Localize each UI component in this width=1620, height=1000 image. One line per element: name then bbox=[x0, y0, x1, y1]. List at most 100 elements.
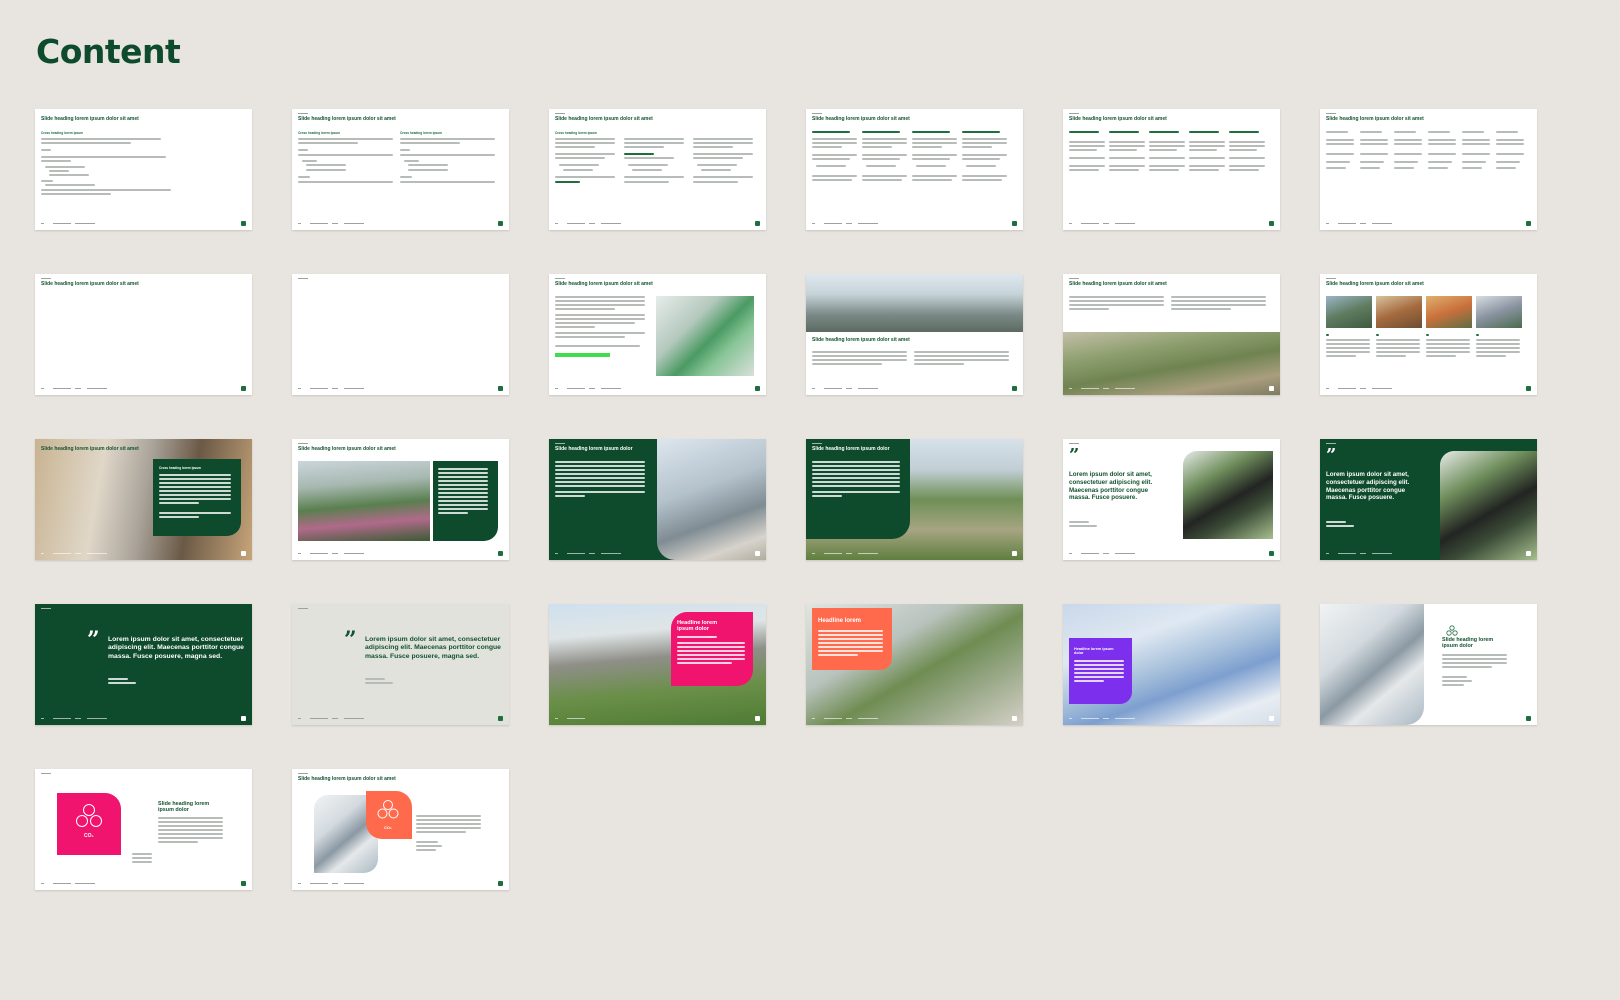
photo-3 bbox=[1426, 296, 1472, 328]
logo-icon bbox=[1526, 386, 1531, 391]
co2-label: CO₂ bbox=[384, 825, 392, 830]
cross-heading: Cross heading lorem ipsum bbox=[159, 466, 201, 470]
slide-thumbnail-9[interactable]: Slide heading lorem ipsum dolor sit amet bbox=[549, 274, 766, 395]
logo-icon bbox=[498, 386, 503, 391]
logo-icon bbox=[241, 221, 246, 226]
headline: Headline lorem ipsum dolor bbox=[1074, 647, 1114, 656]
logo-icon bbox=[755, 386, 760, 391]
slide-thumbnail-14[interactable]: Slide heading lorem ipsum dolor sit amet bbox=[292, 439, 509, 560]
headline: Headline lorem ipsum dolor bbox=[677, 620, 718, 633]
slide-heading: Slide heading lorem ipsum dolor bbox=[1442, 637, 1494, 649]
slide-thumbnail-1[interactable]: Slide heading lorem ipsum dolor sit amet… bbox=[35, 109, 252, 230]
slide-heading: Slide heading lorem ipsum dolor sit amet bbox=[1069, 116, 1167, 122]
molecule-icon bbox=[1446, 624, 1458, 636]
slide-thumbnail-22[interactable]: Headline lorem bbox=[806, 604, 1023, 725]
scientist-photo bbox=[656, 296, 754, 376]
slide-thumbnail-4[interactable]: Slide heading lorem ipsum dolor sit amet bbox=[806, 109, 1023, 230]
slide-thumbnail-2[interactable]: Slide heading lorem ipsum dolor sit amet… bbox=[292, 109, 509, 230]
slide-thumbnail-26[interactable]: Slide heading lorem ipsum dolor sit amet… bbox=[292, 769, 509, 890]
slide-heading: Slide heading lorem ipsum dolor bbox=[812, 446, 890, 452]
logo-icon bbox=[1526, 221, 1531, 226]
slide-thumbnail-17[interactable]: ” Lorem ipsum dolor sit amet, consectetu… bbox=[1063, 439, 1280, 560]
headline: Headline lorem bbox=[818, 618, 862, 624]
logo-icon bbox=[755, 716, 760, 721]
slide-heading: Slide heading lorem ipsum dolor sit amet bbox=[41, 116, 139, 122]
slide-thumbnail-8[interactable] bbox=[292, 274, 509, 395]
logo-icon bbox=[241, 716, 246, 721]
logo-icon bbox=[498, 221, 503, 226]
logo-icon bbox=[241, 551, 246, 556]
slide-thumbnail-7[interactable]: Slide heading lorem ipsum dolor sit amet bbox=[35, 274, 252, 395]
logo-icon bbox=[241, 386, 246, 391]
garden-building-photo bbox=[298, 461, 430, 541]
slide-thumbnail-24[interactable]: Slide heading lorem ipsum dolor bbox=[1320, 604, 1537, 725]
lab-scientist-photo bbox=[1320, 604, 1424, 725]
logo-icon bbox=[755, 551, 760, 556]
logo-icon bbox=[1012, 386, 1017, 391]
slide-heading: Slide heading lorem ipsum dolor sit amet bbox=[812, 116, 910, 122]
logo-icon bbox=[241, 881, 246, 886]
slide-thumbnail-18[interactable]: ” Lorem ipsum dolor sit amet, consectetu… bbox=[1320, 439, 1537, 560]
logo-icon bbox=[1269, 551, 1274, 556]
slide-thumbnail-23[interactable]: Headline lorem ipsum dolor bbox=[1063, 604, 1280, 725]
slide-heading: Slide heading lorem ipsum dolor sit amet bbox=[1326, 281, 1424, 287]
logo-icon bbox=[1012, 716, 1017, 721]
slide-heading: Slide heading lorem ipsum dolor sit amet bbox=[298, 446, 396, 452]
slide-heading: Slide heading lorem ipsum dolor sit amet bbox=[1326, 116, 1424, 122]
cross-heading: Cross heading lorem ipsum bbox=[400, 131, 442, 135]
quote-icon: ” bbox=[1326, 445, 1337, 466]
logo-icon bbox=[498, 551, 503, 556]
quote-icon: ” bbox=[1069, 445, 1080, 466]
quote-icon: ” bbox=[344, 627, 357, 653]
logo-icon bbox=[498, 881, 503, 886]
slide-thumbnail-13[interactable]: Slide heading lorem ipsum dolor sit amet… bbox=[35, 439, 252, 560]
molecule-icon bbox=[377, 799, 399, 821]
slide-thumbnail-11[interactable]: Slide heading lorem ipsum dolor sit amet bbox=[1063, 274, 1280, 395]
logo-icon bbox=[1012, 221, 1017, 226]
cross-heading: Cross heading lorem ipsum bbox=[555, 131, 597, 135]
slide-thumbnail-21[interactable]: Headline lorem ipsum dolor bbox=[549, 604, 766, 725]
cross-heading: Cross heading lorem ipsum bbox=[41, 131, 83, 135]
slide-thumbnail-15[interactable]: Slide heading lorem ipsum dolor bbox=[549, 439, 766, 560]
logo-icon bbox=[498, 716, 503, 721]
co2-label: CO₂ bbox=[84, 833, 94, 839]
quote-text: Lorem ipsum dolor sit amet, consectetuer… bbox=[108, 636, 244, 660]
slide-heading: Slide heading lorem ipsum dolor sit amet bbox=[555, 281, 653, 287]
slide-heading: Slide heading lorem ipsum dolor sit amet bbox=[1069, 281, 1167, 287]
slide-heading: Slide heading lorem ipsum dolor sit amet bbox=[41, 281, 139, 287]
slide-thumbnail-20[interactable]: ” Lorem ipsum dolor sit amet, consectetu… bbox=[292, 604, 509, 725]
slide-thumbnail-3[interactable]: Slide heading lorem ipsum dolor sit amet… bbox=[549, 109, 766, 230]
logo-icon bbox=[1269, 221, 1274, 226]
slide-heading: Slide heading lorem ipsum dolor sit amet bbox=[555, 116, 653, 122]
slide-heading: Slide heading lorem ipsum dolor sit amet bbox=[298, 116, 396, 122]
photo-4 bbox=[1476, 296, 1522, 328]
portrait-photo bbox=[1183, 451, 1273, 539]
logo-icon bbox=[1012, 551, 1017, 556]
logo-icon bbox=[1269, 386, 1274, 391]
quote-text: Lorem ipsum dolor sit amet, consectetuer… bbox=[1069, 471, 1153, 502]
logo-icon bbox=[1526, 551, 1531, 556]
slide-thumbnail-19[interactable]: ” Lorem ipsum dolor sit amet, consectetu… bbox=[35, 604, 252, 725]
photo-1 bbox=[1326, 296, 1372, 328]
slide-thumbnail-10[interactable]: Slide heading lorem ipsum dolor sit amet bbox=[806, 274, 1023, 395]
cross-heading: Cross heading lorem ipsum bbox=[298, 131, 340, 135]
slide-thumbnail-5[interactable]: Slide heading lorem ipsum dolor sit amet bbox=[1063, 109, 1280, 230]
logo-icon bbox=[755, 221, 760, 226]
slide-heading: Slide heading lorem ipsum dolor sit amet bbox=[41, 446, 139, 452]
molecule-icon bbox=[75, 803, 103, 831]
page-title: Content bbox=[36, 32, 181, 71]
slide-heading: Slide heading lorem ipsum dolor sit amet bbox=[812, 337, 910, 343]
portrait-photo bbox=[1440, 451, 1537, 560]
slide-thumbnail-12[interactable]: Slide heading lorem ipsum dolor sit amet bbox=[1320, 274, 1537, 395]
logo-icon bbox=[1269, 716, 1274, 721]
quote-icon: ” bbox=[87, 627, 100, 653]
slide-thumbnail-25[interactable]: CO₂ Slide heading lorem ipsum dolor bbox=[35, 769, 252, 890]
slide-thumbnail-6[interactable]: Slide heading lorem ipsum dolor sit amet bbox=[1320, 109, 1537, 230]
slide-heading: Slide heading lorem ipsum dolor bbox=[158, 801, 210, 813]
logo-icon bbox=[1526, 716, 1531, 721]
office-team-photo bbox=[806, 274, 1023, 332]
quote-text: Lorem ipsum dolor sit amet, consectetuer… bbox=[365, 636, 501, 660]
quote-text: Lorem ipsum dolor sit amet, consectetuer… bbox=[1326, 471, 1410, 502]
slide-thumbnail-16[interactable]: Slide heading lorem ipsum dolor bbox=[806, 439, 1023, 560]
photo-2 bbox=[1376, 296, 1422, 328]
